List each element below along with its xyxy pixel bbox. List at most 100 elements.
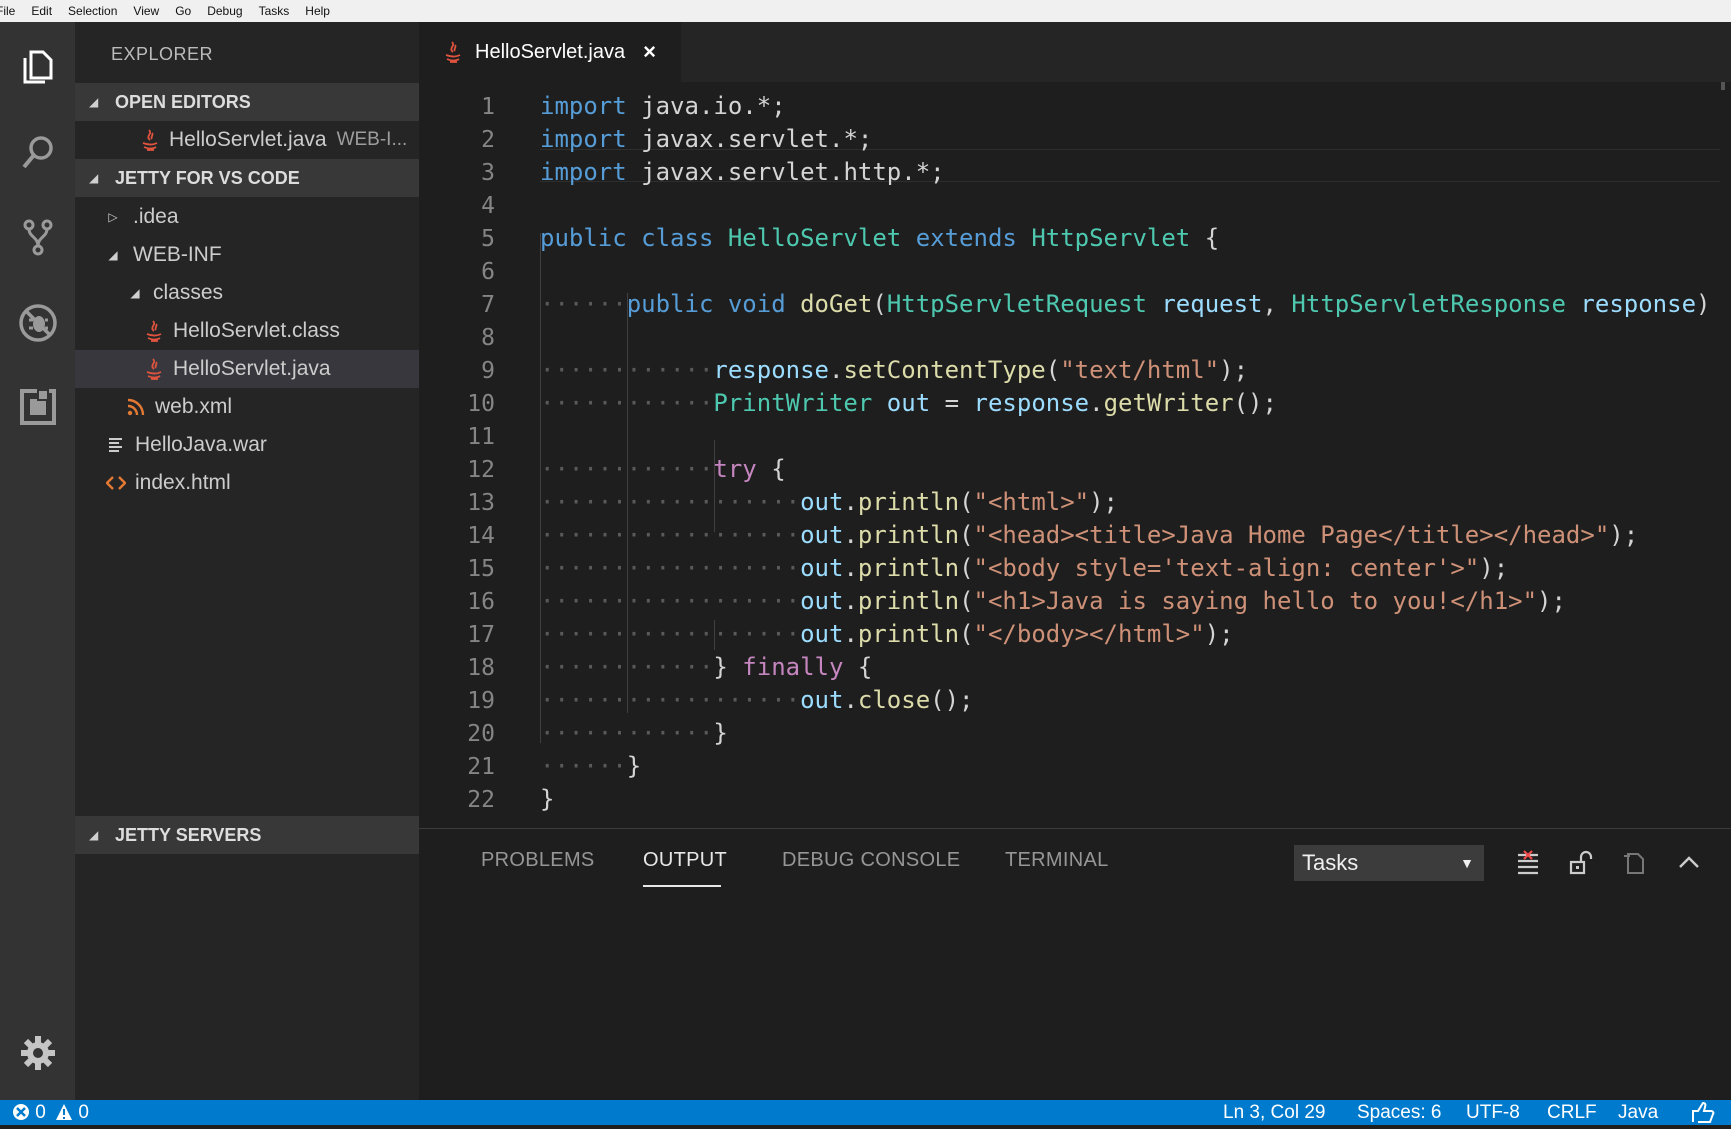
collapsed-triangle-icon: ▷ [108,210,118,224]
line-number: 12 [467,457,495,483]
open-editor-label: HelloServlet.java [169,128,327,151]
settings-gear-icon[interactable] [0,1014,75,1092]
tree-item-label: WEB-INF [133,243,222,266]
tree-item-classes[interactable]: ◢ classes [75,274,419,312]
menu-tasks[interactable]: Tasks [251,0,298,22]
code-line: ··················out.close(); [540,686,974,714]
line-number: 13 [467,490,495,516]
line-number: 14 [467,523,495,549]
code-line: ············} [540,719,728,747]
cursor-position[interactable]: Ln 3, Col 29 [1223,1102,1325,1124]
indent-guide [714,440,715,532]
code-line: ··················out.println("<h1>Java … [540,587,1566,615]
language-mode[interactable]: Java [1618,1102,1658,1124]
code-line: ············response.setContentType("tex… [540,356,1249,384]
line-number: 21 [467,754,495,780]
panel-tab-problems[interactable]: PROBLEMS [481,849,595,872]
error-icon [13,1104,29,1120]
java-icon [139,128,161,152]
bottom-panel: PROBLEMS OUTPUT DEBUG CONSOLE TERMINAL T… [419,828,1731,1101]
menu-edit[interactable]: Edit [23,0,60,22]
expanded-triangle-icon: ◢ [89,171,99,185]
line-number: 6 [481,259,495,285]
code-line: } [540,785,555,813]
tree-item-label: HelloJava.war [135,433,267,456]
tree-item-idea[interactable]: ▷ .idea [75,198,419,236]
code-line: ··················out.println("<body sty… [540,554,1509,582]
code-line: ··················out.println("<html>"); [540,488,1119,516]
line-number: 2 [481,127,495,153]
output-channel-select[interactable]: Tasks ▼ [1294,845,1484,881]
warning-count: 0 [78,1102,89,1123]
search-icon[interactable] [0,114,75,192]
open-in-editor-icon[interactable] [1619,847,1651,879]
menu-selection[interactable]: Selection [60,0,125,22]
line-number: 11 [467,424,495,450]
line-number: 3 [481,160,495,186]
open-editors-header[interactable]: ◢ OPEN EDITORS [75,83,419,121]
code-editor[interactable]: 1 2 3 4 5 6 7 8 9 10 11 12 13 14 15 16 1… [419,82,1731,828]
jetty-servers-header[interactable]: ◢ JETTY SERVERS [75,816,419,854]
java-icon [143,357,165,381]
files-icon[interactable] [0,28,75,106]
tree-item-label: web.xml [155,395,233,418]
tab-label: HelloServlet.java [475,40,626,63]
maximize-panel-icon[interactable] [1673,847,1705,879]
project-header[interactable]: ◢ JETTY FOR VS CODE [75,159,419,197]
tree-item-helloservlet-java[interactable]: HelloServlet.java [75,350,419,388]
open-editor-item[interactable]: HelloServlet.java WEB-I... [75,121,419,159]
extensions-icon[interactable] [0,368,75,446]
code-line: ············PrintWriter out = response.g… [540,389,1277,417]
indentation-status[interactable]: Spaces: 6 [1357,1102,1442,1124]
output-channel-value: Tasks [1302,850,1359,875]
html-icon [105,471,127,495]
panel-tab-debug-console[interactable]: DEBUG CONSOLE [782,849,960,872]
line-number: 9 [481,358,495,384]
menu-help[interactable]: Help [297,0,338,22]
eol-status[interactable]: CRLF [1547,1102,1597,1124]
activity-bar [0,22,75,1100]
menu-file[interactable]: File [0,0,23,22]
clear-output-icon[interactable] [1512,847,1544,879]
menu-view[interactable]: View [125,0,167,22]
tab-helloservlet-java[interactable]: HelloServlet.java × [419,22,681,82]
encoding-status[interactable]: UTF-8 [1466,1102,1520,1124]
code-line: import java.io.*; [540,92,786,120]
code-line: ··················out.println("<head><ti… [540,521,1639,549]
close-tab-icon[interactable]: × [643,39,656,65]
dropdown-arrow-icon: ▼ [1460,855,1474,871]
explorer-sidebar: EXPLORER ◢ OPEN EDITORS HelloServlet.jav… [75,22,419,1100]
lock-scroll-icon[interactable] [1565,847,1597,879]
panel-tab-output[interactable]: OUTPUT [643,849,727,872]
expanded-triangle-icon: ◢ [108,248,118,262]
java-icon [143,319,165,343]
line-number: 5 [481,226,495,252]
tree-item-index-html[interactable]: index.html [75,464,419,502]
line-number: 7 [481,292,495,318]
code-line: import javax.servlet.*; [540,125,873,153]
code-line: import javax.servlet.http.*; [540,158,945,186]
line-number: 16 [467,589,495,615]
tree-item-hellojava-war[interactable]: HelloJava.war [75,426,419,464]
line-number: 17 [467,622,495,648]
problems-status[interactable]: 0 0 [12,1102,89,1124]
tree-item-web-inf[interactable]: ◢ WEB-INF [75,236,419,274]
line-number: 18 [467,655,495,681]
debug-icon[interactable] [0,284,75,362]
code-line: ······} [540,752,642,780]
line-number: 4 [481,193,495,219]
menu-debug[interactable]: Debug [199,0,250,22]
tree-item-web-xml[interactable]: web.xml [75,388,419,426]
line-number: 10 [467,391,495,417]
source-control-icon[interactable] [0,198,75,276]
sidebar-title: EXPLORER [111,44,214,64]
tree-item-label: HelloServlet.java [173,357,331,380]
tree-item-label: index.html [135,471,231,494]
tree-item-helloservlet-class[interactable]: HelloServlet.class [75,312,419,350]
file-lines-icon [105,433,127,457]
panel-tab-terminal[interactable]: TERMINAL [1005,849,1109,872]
menu-go[interactable]: Go [167,0,199,22]
line-number: 20 [467,721,495,747]
java-icon [443,39,465,65]
line-number: 15 [467,556,495,582]
